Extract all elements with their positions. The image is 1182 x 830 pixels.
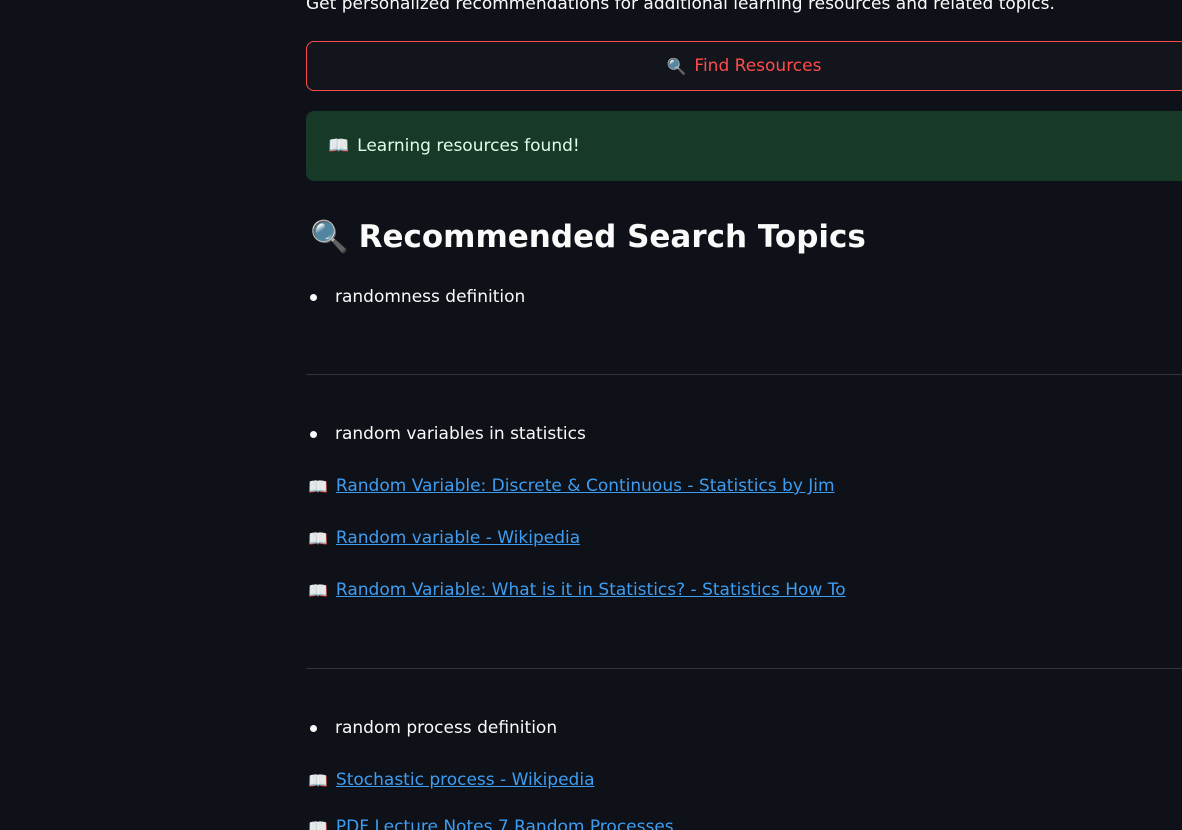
bullet-dot	[310, 293, 317, 301]
section-title: Recommended Search Topics	[358, 219, 866, 255]
find-resources-label: Find Resources	[694, 56, 822, 76]
topic-label: random process definition	[335, 718, 558, 738]
find-resources-button[interactable]: 🔍 Find Resources	[306, 41, 1182, 91]
alert-text: Learning resources found!	[357, 136, 580, 156]
bullet-dot	[310, 430, 317, 438]
book-icon: 📖	[308, 528, 328, 548]
success-alert: 📖 Learning resources found!	[306, 111, 1182, 181]
list-item: randomness definition	[306, 284, 525, 310]
divider	[306, 374, 1182, 375]
resource-link[interactable]: Random variable - Wikipedia	[336, 528, 580, 548]
divider	[306, 668, 1182, 669]
app-page: Get personalized recommendations for add…	[0, 0, 1182, 830]
book-icon: 📖	[328, 136, 350, 156]
book-icon: 📖	[308, 580, 328, 600]
resource-item: 📖 Stochastic process - Wikipedia	[308, 767, 595, 793]
list-item: random variables in statistics	[306, 421, 586, 447]
resource-link[interactable]: Stochastic process - Wikipedia	[336, 770, 595, 790]
intro-text: Get personalized recommendations for add…	[306, 0, 1055, 14]
resource-link[interactable]: Random Variable: Discrete & Continuous -…	[336, 476, 835, 496]
topic-label: random variables in statistics	[335, 424, 586, 444]
resource-item: 📖 Random Variable: Discrete & Continuous…	[308, 473, 835, 499]
resource-item: 📖 PDF Lecture Notes 7 Random Processes	[308, 814, 674, 830]
list-item: random process definition	[306, 715, 557, 741]
book-icon: 📖	[308, 476, 328, 496]
book-icon: 📖	[308, 770, 328, 790]
resource-link[interactable]: Random Variable: What is it in Statistic…	[336, 580, 846, 600]
topic-label: randomness definition	[335, 287, 526, 307]
search-icon: 🔍	[310, 219, 349, 255]
section-heading: 🔍 Recommended Search Topics	[310, 216, 866, 258]
bullet-dot	[310, 724, 317, 732]
search-icon: 🔍	[666, 56, 687, 76]
resource-item: 📖 Random Variable: What is it in Statist…	[308, 577, 846, 603]
resource-link[interactable]: PDF Lecture Notes 7 Random Processes	[336, 817, 674, 830]
book-icon: 📖	[308, 817, 328, 830]
resource-item: 📖 Random variable - Wikipedia	[308, 525, 580, 551]
